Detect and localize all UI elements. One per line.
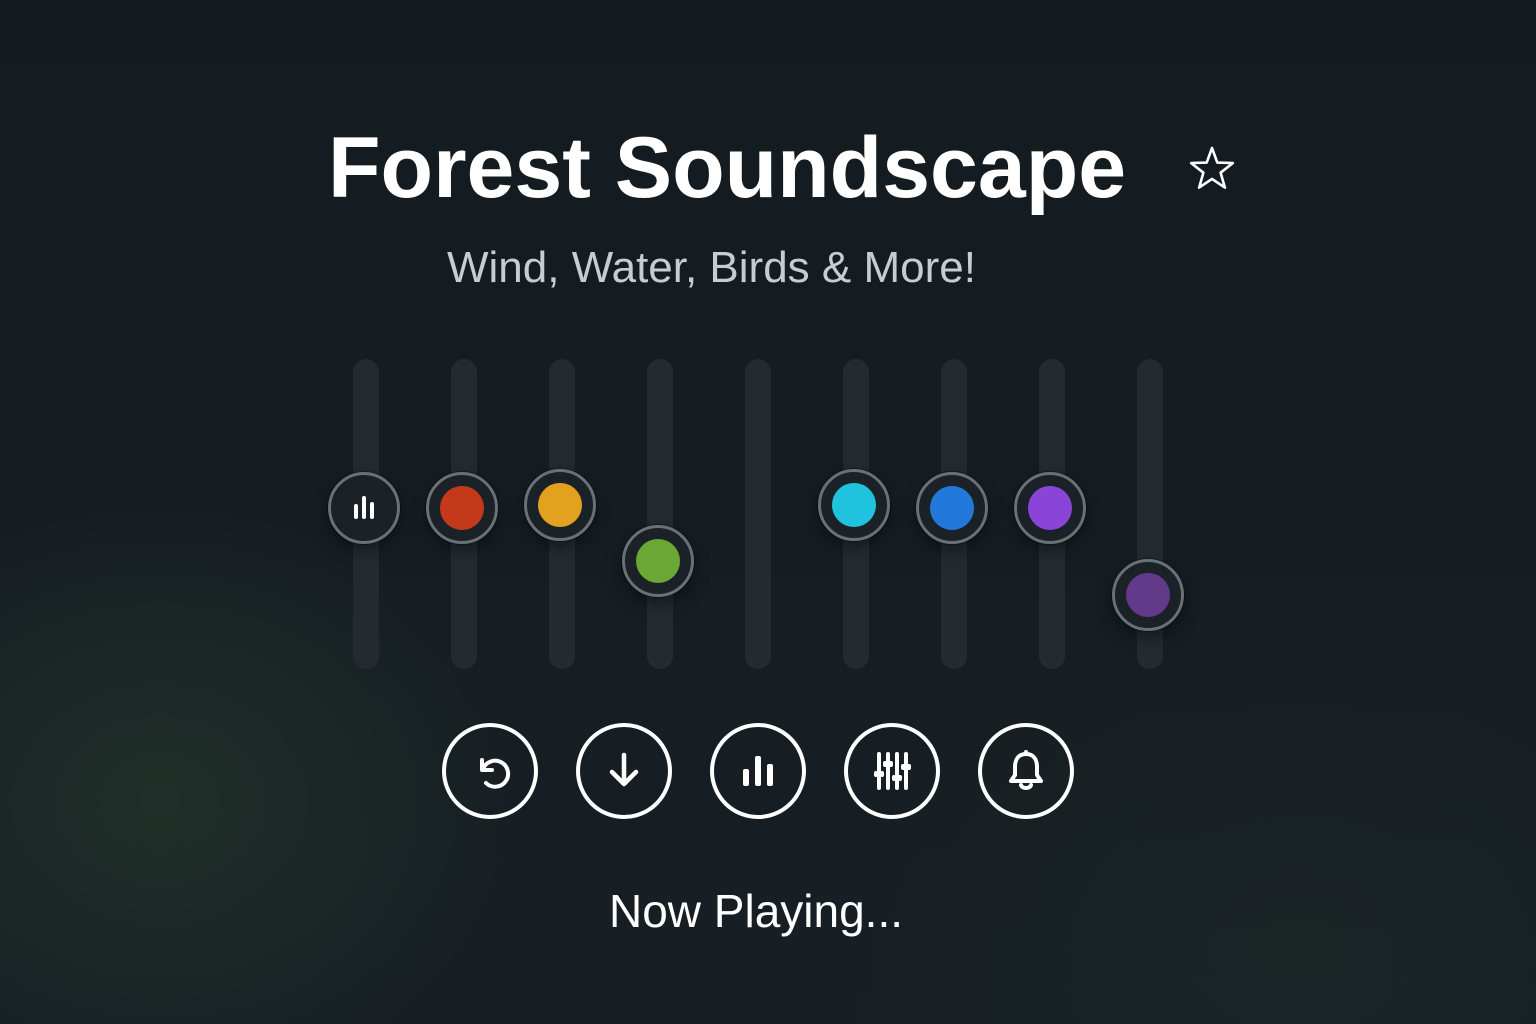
- slider-knob[interactable]: [328, 472, 400, 544]
- soundscape-app: Forest Soundscape Wind, Water, Birds & M…: [0, 0, 1536, 1024]
- color-dot: [636, 539, 680, 583]
- channel-ch4: [620, 341, 700, 681]
- channel-ch7: [914, 341, 994, 681]
- channel-ch5: [718, 341, 798, 681]
- reset-button[interactable]: [442, 723, 538, 819]
- channel-ch8: [1012, 341, 1092, 681]
- control-bar: [440, 723, 1080, 823]
- color-dot: [1028, 486, 1072, 530]
- download-button[interactable]: [576, 723, 672, 819]
- color-dot: [832, 483, 876, 527]
- channel-ch9: [1110, 341, 1190, 681]
- channel-ch1: [326, 341, 406, 681]
- slider-track[interactable]: [745, 359, 771, 669]
- bell-icon: [1009, 750, 1043, 790]
- alarm-button[interactable]: [978, 723, 1074, 819]
- color-dot: [1126, 573, 1170, 617]
- slider-knob[interactable]: [524, 469, 596, 541]
- sliders-icon: [874, 752, 911, 790]
- slider-track[interactable]: [647, 359, 673, 669]
- color-dot: [440, 486, 484, 530]
- undo-arrow-icon: [480, 758, 511, 789]
- color-dot: [930, 486, 974, 530]
- slider-knob[interactable]: [916, 472, 988, 544]
- levels-button[interactable]: [710, 723, 806, 819]
- color-dot: [538, 483, 582, 527]
- mixer-settings-button[interactable]: [844, 723, 940, 819]
- bar-chart-icon: [743, 756, 773, 786]
- channel-ch2: [424, 341, 504, 681]
- channel-ch6: [816, 341, 896, 681]
- now-playing-status: Now Playing...: [608, 885, 903, 937]
- download-arrow-icon: [609, 752, 639, 787]
- channel-ch3: [522, 341, 602, 681]
- slider-knob[interactable]: [1014, 472, 1086, 544]
- equalizer-icon: [354, 496, 374, 519]
- slider-knob[interactable]: [818, 469, 890, 541]
- mixer-panel: [0, 0, 1536, 1024]
- slider-knob[interactable]: [622, 525, 694, 597]
- slider-knob[interactable]: [1112, 559, 1184, 631]
- slider-knob[interactable]: [426, 472, 498, 544]
